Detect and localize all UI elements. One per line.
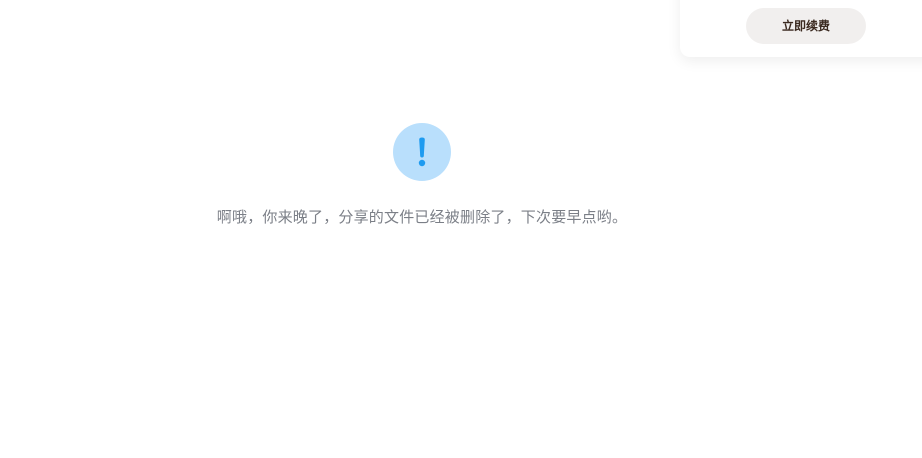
page: 立即续费 啊哦，你来晚了，分享的文件已经被删除了，下次要早点哟。 (0, 0, 922, 458)
renew-popup-card: 立即续费 (680, 0, 922, 57)
renew-now-button[interactable]: 立即续费 (746, 8, 866, 44)
alert-circle (393, 123, 451, 181)
exclamation-icon (418, 137, 426, 167)
file-deleted-message: 啊哦，你来晚了，分享的文件已经被删除了，下次要早点哟。 (216, 208, 628, 226)
